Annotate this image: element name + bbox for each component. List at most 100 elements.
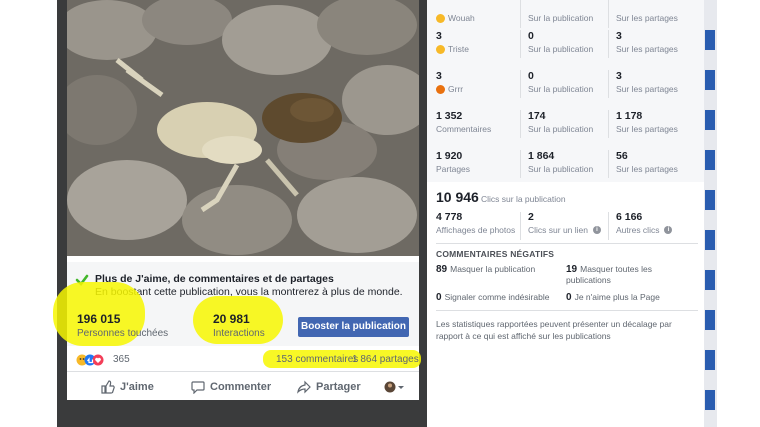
share-button[interactable]: Partager [297, 380, 361, 394]
column-divider [520, 0, 521, 28]
stat-label: Grrr [448, 84, 464, 94]
like-button[interactable]: J'aime [101, 380, 154, 394]
edge-marker [705, 230, 715, 250]
frog-photo [67, 0, 419, 256]
post-photo[interactable] [67, 0, 419, 256]
neg-label: Je n'aime plus la Page [574, 292, 660, 302]
stat-value: 0 [528, 70, 534, 82]
wow-emoji-icon [436, 13, 445, 23]
stat-label: Autres clics [616, 225, 660, 235]
stat-label: Sur les partages [616, 44, 678, 54]
share-label: Partager [316, 381, 361, 393]
stat-label: Commentaires [436, 124, 492, 134]
sad-emoji-icon [436, 44, 445, 54]
stat-value: 6 166 [616, 211, 643, 223]
stat-value: 1 178 [616, 110, 643, 122]
section-divider [436, 243, 698, 244]
stat-cell: 1 178 Sur les partages [616, 110, 678, 134]
stat-angry: 3 Grrr [436, 70, 463, 94]
comment-label: Commenter [210, 381, 272, 393]
stat-label: Sur les partages [616, 164, 678, 174]
engagement-label: Interactions [213, 328, 265, 339]
stat-label: Sur la publication [528, 13, 594, 23]
column-divider [520, 110, 521, 138]
stat-link-clicks: 2 Clics sur un lien i [528, 211, 601, 235]
stat-label: Sur les partages [616, 124, 678, 134]
stat-wow: Wouah [436, 0, 475, 23]
column-divider [608, 0, 609, 28]
column-divider [520, 150, 521, 178]
stat-label: Sur la publication [528, 84, 594, 94]
edge-marker [705, 190, 715, 210]
edge-marker [705, 150, 715, 170]
edge-marker [705, 390, 715, 410]
shares-link[interactable]: 1 864 partages [352, 354, 419, 365]
neg-hide-all: 19 Masquer toutes les publications [566, 264, 698, 286]
stat-value: 3 [436, 70, 442, 82]
neg-spam: 0 Signaler comme indésirable [436, 292, 566, 303]
stat-cell: 56 Sur les partages [616, 150, 678, 174]
comment-icon [191, 381, 205, 394]
stat-cell: 3 Sur les partages [616, 30, 678, 54]
stat-label: Partages [436, 164, 471, 174]
neg-label: Masquer la publication [450, 264, 536, 274]
reach-label: Personnes touchées [77, 328, 169, 339]
stat-sad: 3 Triste [436, 30, 469, 54]
reach-value: 196 015 [77, 312, 121, 326]
stat-value: 0 [528, 30, 534, 42]
post-panel: Plus de J'aime, de commentaires et de pa… [53, 0, 421, 400]
info-icon[interactable]: i [593, 226, 601, 234]
stat-label: Wouah [448, 13, 475, 23]
stat-label: Affichages de photos [436, 225, 516, 235]
edge-marker [705, 30, 715, 50]
stat-value: 4 778 [436, 211, 463, 223]
boost-box: Plus de J'aime, de commentaires et de pa… [53, 262, 419, 346]
comments-link[interactable]: 153 commentaires [276, 354, 358, 365]
neg-value: 19 [566, 264, 578, 275]
column-divider [520, 30, 521, 58]
reaction-icons[interactable] [76, 354, 112, 366]
engagement-value: 20 981 [213, 312, 250, 326]
section-divider [436, 310, 698, 311]
share-icon [297, 380, 311, 394]
stat-value: 3 [616, 70, 622, 82]
post-clicks-total: 10 946 [436, 189, 479, 205]
stat-value: 174 [528, 110, 546, 122]
stat-cell: Sur la publication [528, 0, 593, 23]
column-divider [608, 30, 609, 58]
like-label: J'aime [120, 381, 154, 393]
reactions-count[interactable]: 365 [113, 354, 130, 365]
stat-label: Sur la publication [528, 164, 594, 174]
neg-label: Signaler comme indésirable [444, 292, 550, 302]
post-clicks-label: Clics sur la publication [481, 194, 566, 204]
comment-button[interactable]: Commenter [191, 380, 271, 394]
neg-label: Masquer toutes les publications [566, 264, 652, 285]
audience-selector[interactable] [383, 380, 405, 394]
stat-value: 3 [436, 30, 442, 42]
neg-hide-post: 89 Masquer la publication [436, 264, 556, 275]
stat-value: 56 [616, 150, 628, 162]
stat-value [528, 0, 593, 12]
boost-post-button[interactable]: Booster la publication [298, 317, 409, 337]
stat-cell: 174 Sur la publication [528, 110, 593, 134]
stat-shares: 1 920 Partages [436, 150, 470, 174]
info-icon[interactable]: i [664, 226, 673, 234]
edge-marker [705, 110, 715, 130]
stat-label: Sur les partages [616, 13, 678, 23]
column-divider [608, 110, 609, 138]
stat-label: Sur les partages [616, 84, 678, 94]
stat-value [436, 0, 475, 12]
edge-marker [705, 70, 715, 90]
stat-label: Sur la publication [528, 44, 594, 54]
stat-value: 3 [616, 30, 622, 42]
column-divider [520, 212, 521, 240]
angry-emoji-icon [436, 84, 445, 94]
stat-photo-views: 4 778 Affichages de photos [436, 211, 515, 235]
avatar-dropdown-icon [384, 381, 404, 393]
neg-value: 0 [436, 292, 442, 303]
negative-feedback-title: COMMENTAIRES NÉGATIFS [436, 249, 555, 259]
reactions-breakdown: Wouah Sur la publication Sur les partage… [427, 0, 704, 182]
stat-cell: 1 864 Sur la publication [528, 150, 593, 174]
neg-value: 89 [436, 264, 448, 275]
stat-cell: 3 Sur les partages [616, 70, 678, 94]
